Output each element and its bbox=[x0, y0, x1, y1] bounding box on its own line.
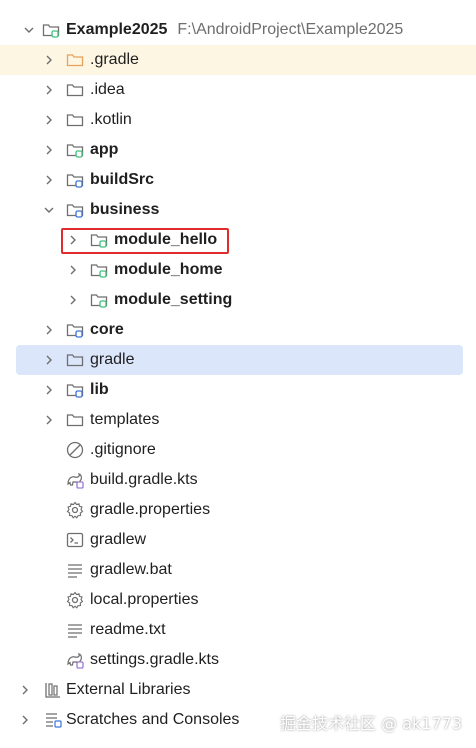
library-icon bbox=[44, 681, 62, 699]
tree-item-label: Scratches and Consoles bbox=[66, 711, 240, 728]
tree-item-label: core bbox=[90, 321, 124, 338]
tree-item-label: .gradle bbox=[90, 51, 139, 68]
tree-row-gradle-cache[interactable]: .gradle bbox=[0, 45, 476, 75]
tree-row-gradle[interactable]: gradle bbox=[0, 345, 476, 375]
folder-module-icon bbox=[66, 141, 84, 159]
tree-row-root[interactable]: Example2025 F:\AndroidProject\Example2025 bbox=[0, 15, 476, 45]
tree-row-business[interactable]: business bbox=[0, 195, 476, 225]
tree-row-gradle-properties[interactable]: gradle.properties bbox=[0, 495, 476, 525]
annotation-highlight-box bbox=[61, 228, 229, 254]
tree-item-label: gradle.properties bbox=[90, 501, 211, 518]
watermark: 掘金技术社区 @ ak1773 bbox=[280, 714, 462, 733]
terminal-icon bbox=[66, 531, 84, 549]
chevron-right-icon[interactable] bbox=[66, 293, 80, 307]
chevron-right-icon[interactable] bbox=[42, 113, 56, 127]
text-file-icon bbox=[66, 621, 84, 639]
chevron-right-icon[interactable] bbox=[18, 683, 32, 697]
chevron-right-icon[interactable] bbox=[18, 713, 32, 727]
folder-icon bbox=[66, 51, 84, 69]
folder-icon bbox=[66, 111, 84, 129]
tree-item-label: .idea bbox=[90, 81, 125, 98]
folder-icon bbox=[66, 351, 84, 369]
chevron-right-icon[interactable] bbox=[42, 353, 56, 367]
folder-icon bbox=[66, 411, 84, 429]
chevron-down-icon[interactable] bbox=[22, 23, 36, 37]
tree-item-label: .gitignore bbox=[90, 441, 156, 458]
tree-row-lib[interactable]: lib bbox=[0, 375, 476, 405]
chevron-right-icon[interactable] bbox=[42, 383, 56, 397]
tree-row-templates[interactable]: templates bbox=[0, 405, 476, 435]
tree-item-label: .kotlin bbox=[90, 111, 132, 128]
tree-item-label: settings.gradle.kts bbox=[90, 651, 219, 668]
tree-row-readme[interactable]: readme.txt bbox=[0, 615, 476, 645]
chevron-right-icon[interactable] bbox=[42, 143, 56, 157]
tree-item-label: readme.txt bbox=[90, 621, 166, 638]
tree-row-gradlew-bat[interactable]: gradlew.bat bbox=[0, 555, 476, 585]
tree-item-label: gradlew bbox=[90, 531, 147, 548]
tree-item-label: module_home bbox=[114, 261, 223, 278]
folder-module-icon bbox=[42, 21, 60, 39]
root-project-name: Example2025 bbox=[66, 21, 168, 38]
tree-row-module-setting[interactable]: module_setting bbox=[0, 285, 476, 315]
scratches-icon bbox=[44, 711, 62, 729]
tree-item-label: External Libraries bbox=[66, 681, 191, 698]
folder-module-icon bbox=[90, 261, 108, 279]
tree-item-label: templates bbox=[90, 411, 160, 428]
folder-module-icon bbox=[66, 321, 84, 339]
folder-icon bbox=[66, 81, 84, 99]
folder-module-icon bbox=[90, 291, 108, 309]
gradle-file-icon bbox=[66, 471, 84, 489]
tree-item-label: module_setting bbox=[114, 291, 233, 308]
folder-module-icon bbox=[66, 201, 84, 219]
tree-item-label: gradlew.bat bbox=[90, 561, 172, 578]
gradle-file-icon bbox=[66, 651, 84, 669]
tree-row-external-libraries[interactable]: External Libraries bbox=[0, 675, 476, 705]
tree-row-build-gradle-kts[interactable]: build.gradle.kts bbox=[0, 465, 476, 495]
tree-item-label: lib bbox=[90, 381, 109, 398]
chevron-right-icon[interactable] bbox=[42, 413, 56, 427]
tree-item-label: buildSrc bbox=[90, 171, 155, 188]
tree-item-label: app bbox=[90, 141, 119, 158]
tree-row-local-properties[interactable]: local.properties bbox=[0, 585, 476, 615]
gear-icon bbox=[66, 591, 84, 609]
chevron-right-icon[interactable] bbox=[42, 53, 56, 67]
tree-item-label: gradle bbox=[90, 351, 135, 368]
tree-row-idea[interactable]: .idea bbox=[0, 75, 476, 105]
chevron-right-icon[interactable] bbox=[42, 323, 56, 337]
chevron-down-icon[interactable] bbox=[42, 203, 56, 217]
gear-icon bbox=[66, 501, 84, 519]
tree-row-settings-gradle-kts[interactable]: settings.gradle.kts bbox=[0, 645, 476, 675]
chevron-right-icon[interactable] bbox=[42, 173, 56, 187]
folder-module-icon bbox=[66, 171, 84, 189]
tree-row-kotlin[interactable]: .kotlin bbox=[0, 105, 476, 135]
tree-row-buildsrc[interactable]: buildSrc bbox=[0, 165, 476, 195]
tree-row-core[interactable]: core bbox=[0, 315, 476, 345]
tree-item-label: local.properties bbox=[90, 591, 199, 608]
tree-item-label: business bbox=[90, 201, 160, 218]
root-project-label: Example2025 F:\AndroidProject\Example2025 bbox=[66, 15, 403, 45]
tree-row-module-home[interactable]: module_home bbox=[0, 255, 476, 285]
folder-module-icon bbox=[66, 381, 84, 399]
text-file-icon bbox=[66, 561, 84, 579]
ignore-file-icon bbox=[66, 441, 84, 459]
tree-row-app[interactable]: app bbox=[0, 135, 476, 165]
chevron-right-icon[interactable] bbox=[66, 263, 80, 277]
chevron-right-icon[interactable] bbox=[42, 83, 56, 97]
tree-item-label: build.gradle.kts bbox=[90, 471, 198, 488]
tree-row-gitignore[interactable]: .gitignore bbox=[0, 435, 476, 465]
tree-row-gradlew[interactable]: gradlew bbox=[0, 525, 476, 555]
root-project-path: F:\AndroidProject\Example2025 bbox=[177, 21, 404, 38]
